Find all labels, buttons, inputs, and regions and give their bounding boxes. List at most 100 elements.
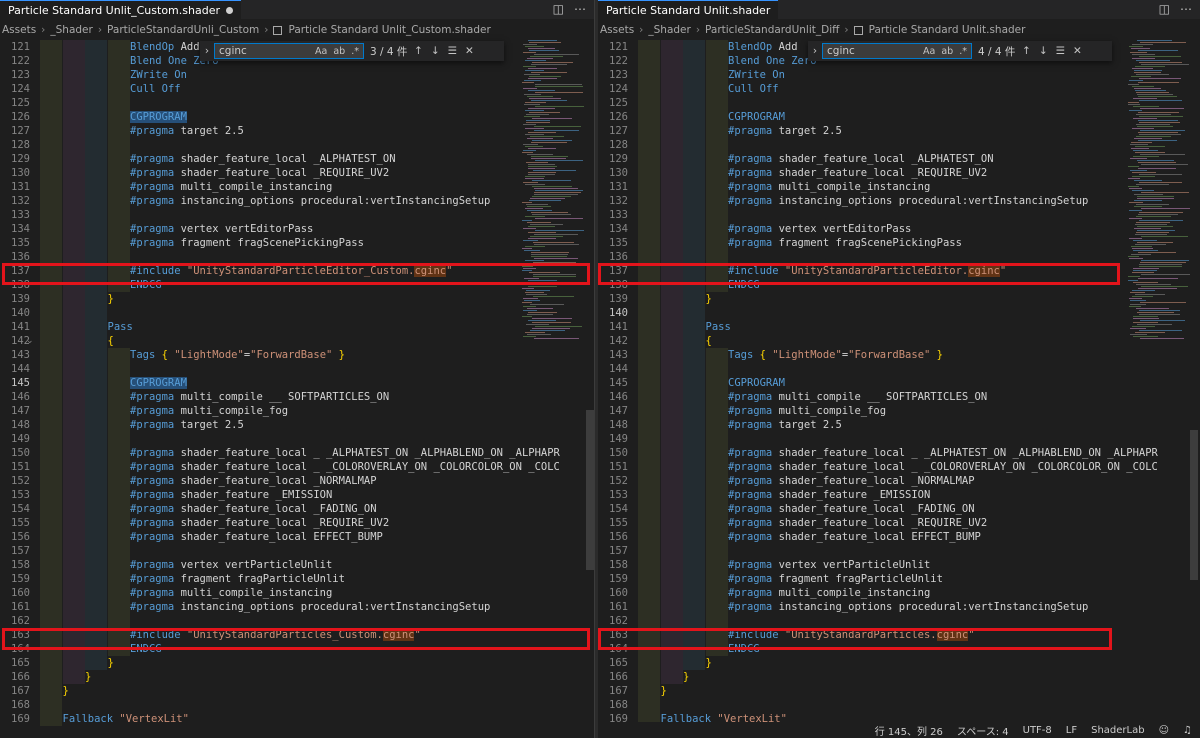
code-line[interactable]: 124 Cull Off: [598, 82, 1200, 96]
line-number[interactable]: 122: [598, 54, 628, 68]
line-number[interactable]: 140: [598, 306, 628, 320]
line-number[interactable]: 133: [0, 208, 30, 222]
code-line[interactable]: 141 Pass: [598, 320, 1200, 334]
line-number[interactable]: 152: [0, 474, 30, 488]
line-number[interactable]: 133: [598, 208, 628, 222]
find-in-selection-icon[interactable]: ☰: [448, 45, 457, 57]
cursor-position[interactable]: 行 145、列 26: [875, 723, 943, 738]
indentation-setting[interactable]: スペース: 4: [957, 723, 1009, 738]
line-number[interactable]: 165: [598, 656, 628, 670]
line-number[interactable]: 141: [0, 320, 30, 334]
line-number[interactable]: 143: [598, 348, 628, 362]
code-line[interactable]: 142 ⌄{: [0, 334, 594, 348]
line-number[interactable]: 155: [598, 516, 628, 530]
close-icon[interactable]: ✕: [1073, 45, 1082, 57]
code-line[interactable]: 168: [598, 698, 1200, 712]
line-number[interactable]: 140: [0, 306, 30, 320]
line-number[interactable]: 161: [598, 600, 628, 614]
code-line[interactable]: 126 CGPROGRAM: [598, 110, 1200, 124]
code-line[interactable]: 159 #pragma fragment fragParticleUnlit: [0, 572, 594, 586]
code-line[interactable]: 157: [598, 544, 1200, 558]
code-line[interactable]: 167}: [0, 684, 594, 698]
line-number[interactable]: 165: [0, 656, 30, 670]
next-match-icon[interactable]: ↓: [431, 45, 440, 57]
previous-match-icon[interactable]: ↑: [1022, 45, 1031, 57]
code-line[interactable]: 156 #pragma shader_feature_local EFFECT_B…: [598, 530, 1200, 544]
next-match-icon[interactable]: ↓: [1039, 45, 1048, 57]
line-number[interactable]: 139: [0, 292, 30, 306]
line-number[interactable]: 123: [598, 68, 628, 82]
line-number[interactable]: 151: [598, 460, 628, 474]
line-number[interactable]: 159: [598, 572, 628, 586]
vertical-scrollbar[interactable]: [1190, 430, 1198, 580]
match-whole-word-toggle[interactable]: ab: [333, 46, 345, 57]
code-line[interactable]: 128: [0, 138, 594, 152]
feedback-icon[interactable]: ☺: [1159, 725, 1169, 736]
code-line[interactable]: 154 #pragma shader_feature_local _FADING_…: [598, 502, 1200, 516]
code-line[interactable]: 125: [0, 96, 594, 110]
code-line[interactable]: 133: [598, 208, 1200, 222]
code-line[interactable]: 147 #pragma multi_compile_fog: [598, 404, 1200, 418]
code-line[interactable]: 159 #pragma fragment fragParticleUnlit: [598, 572, 1200, 586]
match-case-toggle[interactable]: Aa: [923, 46, 935, 57]
code-line[interactable]: 168: [0, 698, 594, 712]
line-number[interactable]: 148: [598, 418, 628, 432]
line-number[interactable]: 128: [598, 138, 628, 152]
line-number[interactable]: 144: [598, 362, 628, 376]
code-line[interactable]: 155 #pragma shader_feature_local _REQUIRE…: [598, 516, 1200, 530]
line-number[interactable]: 129: [598, 152, 628, 166]
line-number[interactable]: 152: [598, 474, 628, 488]
notifications-icon[interactable]: ♫: [1183, 725, 1192, 736]
line-number[interactable]: 161: [0, 600, 30, 614]
tab-particle-standard-unlit-custom[interactable]: Particle Standard Unlit_Custom.shader: [0, 0, 241, 20]
code-line[interactable]: 140: [0, 306, 594, 320]
code-line[interactable]: 142 {: [598, 334, 1200, 348]
line-number[interactable]: 160: [0, 586, 30, 600]
line-number[interactable]: 149: [598, 432, 628, 446]
code-line[interactable]: 147 #pragma multi_compile_fog: [0, 404, 594, 418]
code-line[interactable]: 158 #pragma vertex vertParticleUnlit: [0, 558, 594, 572]
code-line[interactable]: 152 #pragma shader_feature_local _NORMALM…: [598, 474, 1200, 488]
code-line[interactable]: 129 #pragma shader_feature_local _ALPHATE…: [598, 152, 1200, 166]
code-line[interactable]: 136: [598, 250, 1200, 264]
line-number[interactable]: 166: [598, 670, 628, 684]
code-line[interactable]: 153 #pragma shader_feature _EMISSION: [598, 488, 1200, 502]
code-line[interactable]: 127 #pragma target 2.5: [598, 124, 1200, 138]
line-number[interactable]: 156: [0, 530, 30, 544]
split-editor-icon[interactable]: ◫: [1159, 2, 1170, 16]
line-number[interactable]: 157: [0, 544, 30, 558]
line-number[interactable]: 145: [0, 376, 30, 390]
breadcrumb-item[interactable]: _Shader: [48, 24, 94, 36]
fold-chevron-icon[interactable]: ⌄: [26, 334, 34, 348]
regex-toggle[interactable]: .*: [351, 46, 359, 57]
tab-particle-standard-unlit[interactable]: Particle Standard Unlit.shader: [598, 0, 779, 20]
eol-setting[interactable]: LF: [1066, 725, 1077, 736]
more-actions-icon[interactable]: ⋯: [1180, 2, 1192, 16]
line-number[interactable]: 121: [0, 40, 30, 54]
breadcrumb-item[interactable]: Assets: [598, 24, 636, 36]
line-number[interactable]: 136: [0, 250, 30, 264]
code-line[interactable]: 135 #pragma fragment fragScenePickingPass: [0, 236, 594, 250]
line-number[interactable]: 162: [598, 614, 628, 628]
code-line[interactable]: 124 Cull Off: [0, 82, 594, 96]
code-line[interactable]: 158 #pragma vertex vertParticleUnlit: [598, 558, 1200, 572]
close-icon[interactable]: ✕: [465, 45, 474, 57]
code-line[interactable]: 139}: [0, 292, 594, 306]
line-number[interactable]: 153: [598, 488, 628, 502]
code-line[interactable]: 135 #pragma fragment fragScenePickingPass: [598, 236, 1200, 250]
line-number[interactable]: 147: [0, 404, 30, 418]
code-line[interactable]: 128: [598, 138, 1200, 152]
line-number[interactable]: 160: [598, 586, 628, 600]
line-number[interactable]: 144: [0, 362, 30, 376]
line-number[interactable]: 151: [0, 460, 30, 474]
code-line[interactable]: 133: [0, 208, 594, 222]
code-line[interactable]: 146 #pragma multi_compile __ SOFTPARTICLE…: [598, 390, 1200, 404]
breadcrumb-item[interactable]: Particle Standard Unlit_Custom.shader: [286, 24, 492, 36]
line-number[interactable]: 135: [598, 236, 628, 250]
code-line[interactable]: 161 #pragma instancing_options procedural…: [598, 600, 1200, 614]
line-number[interactable]: 166: [0, 670, 30, 684]
code-line[interactable]: 160 #pragma multi_compile_instancing: [0, 586, 594, 600]
code-line[interactable]: 134 #pragma vertex vertEditorPass: [0, 222, 594, 236]
code-line[interactable]: 161 #pragma instancing_options procedural…: [0, 600, 594, 614]
code-line[interactable]: 143 Tags { "LightMode"="ForwardBase" }: [598, 348, 1200, 362]
